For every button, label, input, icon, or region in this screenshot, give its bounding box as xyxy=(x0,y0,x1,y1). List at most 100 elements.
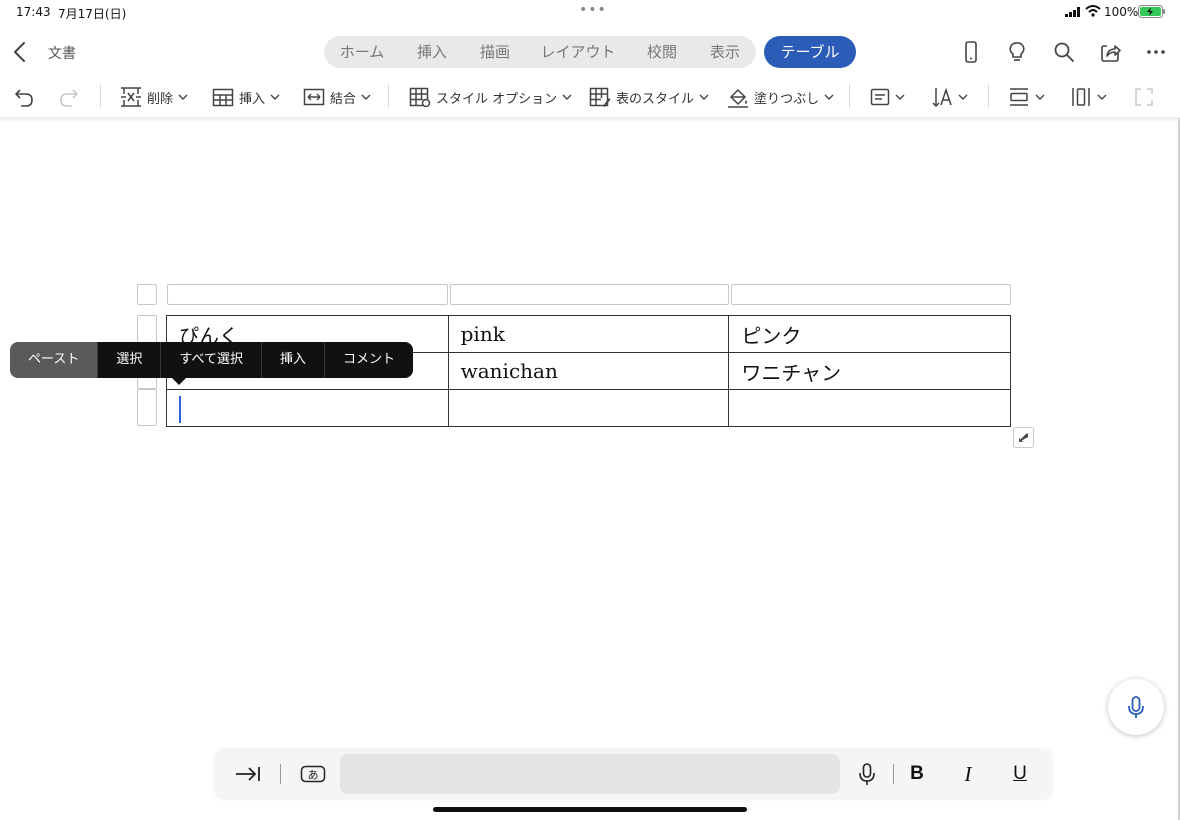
chevron-down-icon xyxy=(1035,94,1045,100)
search-icon[interactable] xyxy=(1052,40,1076,64)
toolbar-divider xyxy=(893,764,894,784)
distribute-icon xyxy=(1135,88,1153,106)
home-indicator[interactable] xyxy=(433,807,747,812)
chevron-down-icon xyxy=(1097,94,1107,100)
ribbon-divider xyxy=(100,84,101,108)
chevron-down-icon xyxy=(361,94,371,100)
wifi-icon xyxy=(1085,5,1101,17)
status-bar: 17:43 7月17日(日) ••• 100% xyxy=(0,0,1180,24)
microphone-icon xyxy=(859,763,875,785)
undo-button[interactable] xyxy=(12,84,36,110)
table-cell-active[interactable] xyxy=(166,389,449,427)
column-select-handle[interactable] xyxy=(167,284,448,305)
signal-icon xyxy=(1065,7,1080,17)
multitasking-dots[interactable]: ••• xyxy=(579,2,607,18)
italic-button[interactable]: I xyxy=(957,762,979,786)
style-options-dropdown[interactable]: スタイル オプション xyxy=(409,84,572,110)
share-icon[interactable] xyxy=(1098,40,1122,64)
ribbon-divider xyxy=(988,84,989,108)
insert-menu-item[interactable]: 挿入 xyxy=(260,342,324,378)
chevron-down-icon xyxy=(178,94,188,100)
battery-icon xyxy=(1138,5,1165,18)
row-select-handle[interactable] xyxy=(137,389,157,426)
dictation-key-button[interactable] xyxy=(856,762,878,786)
delete-dropdown[interactable]: 削除 xyxy=(120,84,188,110)
lightbulb-icon[interactable] xyxy=(1005,40,1029,64)
column-select-handle[interactable] xyxy=(450,284,729,305)
chevron-down-icon xyxy=(699,94,709,100)
svg-text:あ: あ xyxy=(308,769,319,782)
insert-dropdown[interactable]: 挿入 xyxy=(212,84,280,110)
underline-button[interactable]: U xyxy=(1009,762,1031,786)
table-style-label: 表のスタイル xyxy=(616,91,695,107)
table-cell[interactable]: wanichan xyxy=(447,352,730,390)
comment-menu-item[interactable]: コメント xyxy=(323,342,413,378)
table-style-dropdown[interactable]: 表のスタイル xyxy=(589,84,709,110)
ribbon-divider xyxy=(388,84,389,108)
merge-dropdown[interactable]: 結合 xyxy=(303,84,371,110)
tab-draw[interactable]: 描画 xyxy=(464,36,526,68)
distribute-button[interactable] xyxy=(1133,84,1155,110)
fill-dropdown[interactable]: 塗りつぶし xyxy=(727,84,834,110)
insert-table-icon xyxy=(212,88,234,107)
tab-review[interactable]: 校閲 xyxy=(630,36,694,68)
bold-button[interactable]: B xyxy=(906,762,928,786)
kana-input-icon: あ xyxy=(300,765,326,783)
resize-arrow-icon xyxy=(1019,433,1028,442)
select-menu-item[interactable]: 選択 xyxy=(97,342,161,378)
undo-icon xyxy=(15,89,33,107)
table-cell[interactable]: pink xyxy=(447,315,730,353)
table-cell[interactable]: ワニチャン xyxy=(728,352,1011,390)
row-height-dropdown[interactable] xyxy=(1008,84,1045,110)
select-all-menu-item[interactable]: すべて選択 xyxy=(160,342,261,378)
text-align-icon xyxy=(870,88,890,106)
paste-menu-item[interactable]: ペースト xyxy=(10,342,98,378)
row-height-icon xyxy=(1010,88,1028,106)
tab-home[interactable]: ホーム xyxy=(324,36,400,68)
insert-label: 挿入 xyxy=(239,91,266,107)
ribbon-divider xyxy=(849,84,850,108)
table-style-icon xyxy=(589,87,611,107)
kana-input-button[interactable]: あ xyxy=(300,762,326,786)
table-resize-handle[interactable] xyxy=(1013,427,1034,448)
chevron-down-icon xyxy=(562,94,572,100)
back-icon[interactable] xyxy=(10,40,30,64)
redo-button[interactable] xyxy=(57,84,81,110)
chevron-down-icon xyxy=(895,94,905,100)
table-row xyxy=(166,389,1011,427)
status-time: 17:43 xyxy=(16,5,51,19)
tab-layout[interactable]: レイアウト xyxy=(526,36,630,68)
column-width-dropdown[interactable] xyxy=(1070,84,1107,110)
text-direction-dropdown[interactable] xyxy=(931,84,968,110)
context-menu: ペースト 選択 すべて選択 挿入 コメント xyxy=(10,342,413,378)
keyboard-toolbar: あ B I U xyxy=(216,750,1051,798)
chevron-down-icon xyxy=(824,94,834,100)
status-date: 7月17日(日) xyxy=(58,7,127,21)
more-icon[interactable] xyxy=(1144,40,1168,64)
tab-view[interactable]: 表示 xyxy=(694,36,756,68)
chevron-down-icon xyxy=(958,94,968,100)
tab-insert[interactable]: 挿入 xyxy=(400,36,464,68)
phone-icon[interactable] xyxy=(959,40,983,64)
table-cell[interactable] xyxy=(728,389,1011,427)
table-cell[interactable] xyxy=(447,389,730,427)
table-select-handle[interactable] xyxy=(137,284,157,305)
fill-label: 塗りつぶし xyxy=(754,91,820,107)
merge-cells-icon xyxy=(303,88,325,106)
column-width-icon xyxy=(1072,88,1090,106)
dictation-button[interactable] xyxy=(1108,679,1164,735)
ribbon-toolbar: 削除 挿入 結合 スタイル オプション 表のスタイル 塗りつぶし xyxy=(0,76,1180,118)
tab-key-button[interactable] xyxy=(234,762,262,786)
paint-bucket-icon xyxy=(728,88,748,108)
column-select-handle[interactable] xyxy=(731,284,1011,305)
style-options-label: スタイル オプション xyxy=(436,91,558,107)
tab-table[interactable]: テーブル xyxy=(764,36,856,68)
ribbon-shadow xyxy=(0,117,1180,123)
toolbar-divider xyxy=(280,764,281,784)
delete-label: 削除 xyxy=(147,91,174,107)
document-title[interactable]: 文書 xyxy=(48,43,76,63)
table-cell[interactable]: ピンク xyxy=(728,315,1011,353)
cell-align-dropdown[interactable] xyxy=(870,84,905,110)
suggestion-bar[interactable] xyxy=(340,754,840,794)
table-settings-icon xyxy=(409,87,431,108)
